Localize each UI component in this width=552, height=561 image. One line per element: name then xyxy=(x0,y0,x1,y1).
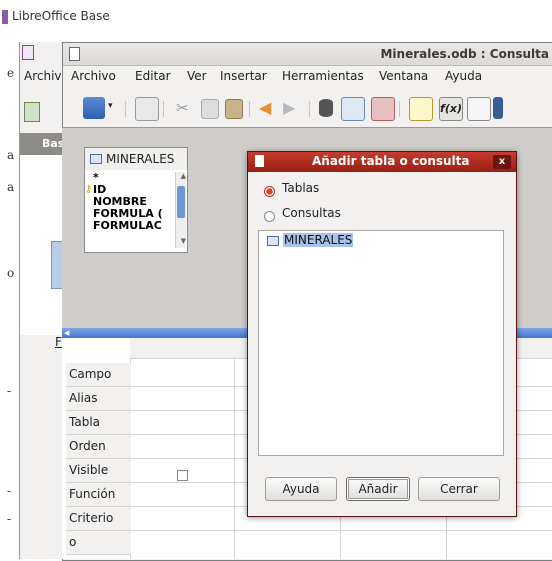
document-icon xyxy=(69,47,80,61)
window-titlebar: Minerales.odb : Consulta xyxy=(63,43,552,66)
toolbar-separator xyxy=(249,101,250,117)
grid-row-campo: Campo xyxy=(66,363,131,387)
add-button[interactable]: Añadir xyxy=(346,477,410,501)
application-caption: LibreOffice Base xyxy=(0,0,552,34)
grid-row-line xyxy=(130,530,552,531)
background-text-fragment: e xyxy=(7,66,15,80)
grid-row-tabla: Tabla xyxy=(66,411,131,435)
undo-icon[interactable]: ◀ xyxy=(259,98,271,117)
scrollbar-thumb[interactable] xyxy=(177,186,185,218)
background-text-fragment: a xyxy=(7,148,15,162)
radio-queries-label[interactable]: Consultas xyxy=(282,206,341,220)
document-icon xyxy=(22,45,34,60)
radio-queries[interactable] xyxy=(264,211,275,222)
libreoffice-base-icon xyxy=(2,10,8,24)
function-icon[interactable]: f(x) xyxy=(439,97,463,121)
background-text-fragment: - xyxy=(7,484,12,498)
view-icon[interactable] xyxy=(371,97,395,121)
background-text-fragment: a xyxy=(7,180,15,194)
background-text-fragment: - xyxy=(7,384,12,398)
grid-row-alias: Alias xyxy=(66,387,131,411)
close-icon: x xyxy=(498,156,506,167)
menu-insertar[interactable]: Insertar xyxy=(220,69,267,83)
table-icon xyxy=(90,154,102,164)
database-pane-header: Bas xyxy=(20,133,64,155)
scroll-down-icon[interactable]: ▼ xyxy=(181,237,186,245)
table-icon xyxy=(267,236,279,246)
new-document-icon[interactable] xyxy=(24,102,40,122)
add-table-icon[interactable] xyxy=(409,97,433,121)
grid-row-funcion: Función xyxy=(66,483,131,507)
toolbar-separator xyxy=(163,101,164,117)
close-button[interactable]: x xyxy=(493,155,511,169)
background-text-fragment: - xyxy=(7,512,12,526)
copy-icon[interactable] xyxy=(201,99,219,119)
toolbar-separator xyxy=(125,101,126,117)
dialog-titlebar: Añadir tabla o consulta x xyxy=(248,152,516,172)
edit-icon[interactable] xyxy=(135,97,159,121)
chevron-down-icon[interactable]: ▾ xyxy=(108,101,113,111)
add-table-dialog: Añadir tabla o consulta x Tablas Consult… xyxy=(247,151,517,517)
grid-row-orden: Orden xyxy=(66,435,131,459)
window-title: Minerales.odb : Consulta xyxy=(380,47,549,61)
field-item[interactable]: FORMULAC xyxy=(93,219,162,232)
save-icon[interactable] xyxy=(83,97,105,119)
document-icon xyxy=(255,155,264,167)
grid-column-line xyxy=(234,338,235,559)
list-item-minerales[interactable]: MINERALES xyxy=(283,233,354,247)
alias-icon[interactable] xyxy=(467,97,491,121)
grid-row-o: o xyxy=(66,531,131,555)
table-design-icon[interactable] xyxy=(341,97,365,121)
database-pane-heading: Bas xyxy=(42,137,65,150)
back-menu-archivo[interactable]: Archiv xyxy=(24,69,62,83)
redo-icon[interactable]: ▶ xyxy=(283,98,295,117)
dialog-title: Añadir tabla o consulta xyxy=(312,154,470,168)
cut-icon[interactable]: ✂ xyxy=(176,99,189,117)
table-window-minerales[interactable]: MINERALES * ⚷ ID NOMBRE FORMULA ( FORMUL… xyxy=(84,147,188,253)
scroll-left-icon[interactable]: ◀ xyxy=(64,329,69,337)
radio-tables-label[interactable]: Tablas xyxy=(282,181,319,195)
menu-herramientas[interactable]: Herramientas xyxy=(282,69,364,83)
grid-row-visible: Visible xyxy=(66,459,131,483)
application-caption-text: LibreOffice Base xyxy=(12,9,110,23)
visible-checkbox[interactable] xyxy=(177,470,188,481)
radio-tables[interactable] xyxy=(264,186,275,197)
paste-icon[interactable] xyxy=(225,99,243,119)
database-icon[interactable] xyxy=(319,99,333,117)
background-text-fragment: o xyxy=(7,266,15,280)
toolbar-separator xyxy=(309,101,310,117)
menu-bar: Archivo Editar Ver Insertar Herramientas… xyxy=(63,66,552,88)
key-icon: ⚷ xyxy=(85,184,93,195)
menu-editar[interactable]: Editar xyxy=(135,69,171,83)
scroll-up-icon[interactable]: ▲ xyxy=(181,172,186,180)
menu-ventana[interactable]: Ventana xyxy=(379,69,428,83)
grid-row-criterio: Criterio xyxy=(66,507,131,531)
toolbar: ▾ ✂ ◀ ▶ f(x) xyxy=(63,89,552,128)
distinct-icon[interactable] xyxy=(493,97,503,119)
help-button[interactable]: Ayuda xyxy=(265,477,337,501)
table-window-header[interactable]: MINERALES xyxy=(85,148,187,170)
menu-ayuda[interactable]: Ayuda xyxy=(445,69,482,83)
toolbar-separator xyxy=(399,101,400,117)
cerrar-button[interactable]: Cerrar xyxy=(418,477,500,501)
menu-archivo[interactable]: Archivo xyxy=(71,69,116,83)
table-window-title: MINERALES xyxy=(106,152,175,166)
menu-ver[interactable]: Ver xyxy=(187,69,207,83)
tables-list[interactable]: MINERALES xyxy=(258,230,504,456)
